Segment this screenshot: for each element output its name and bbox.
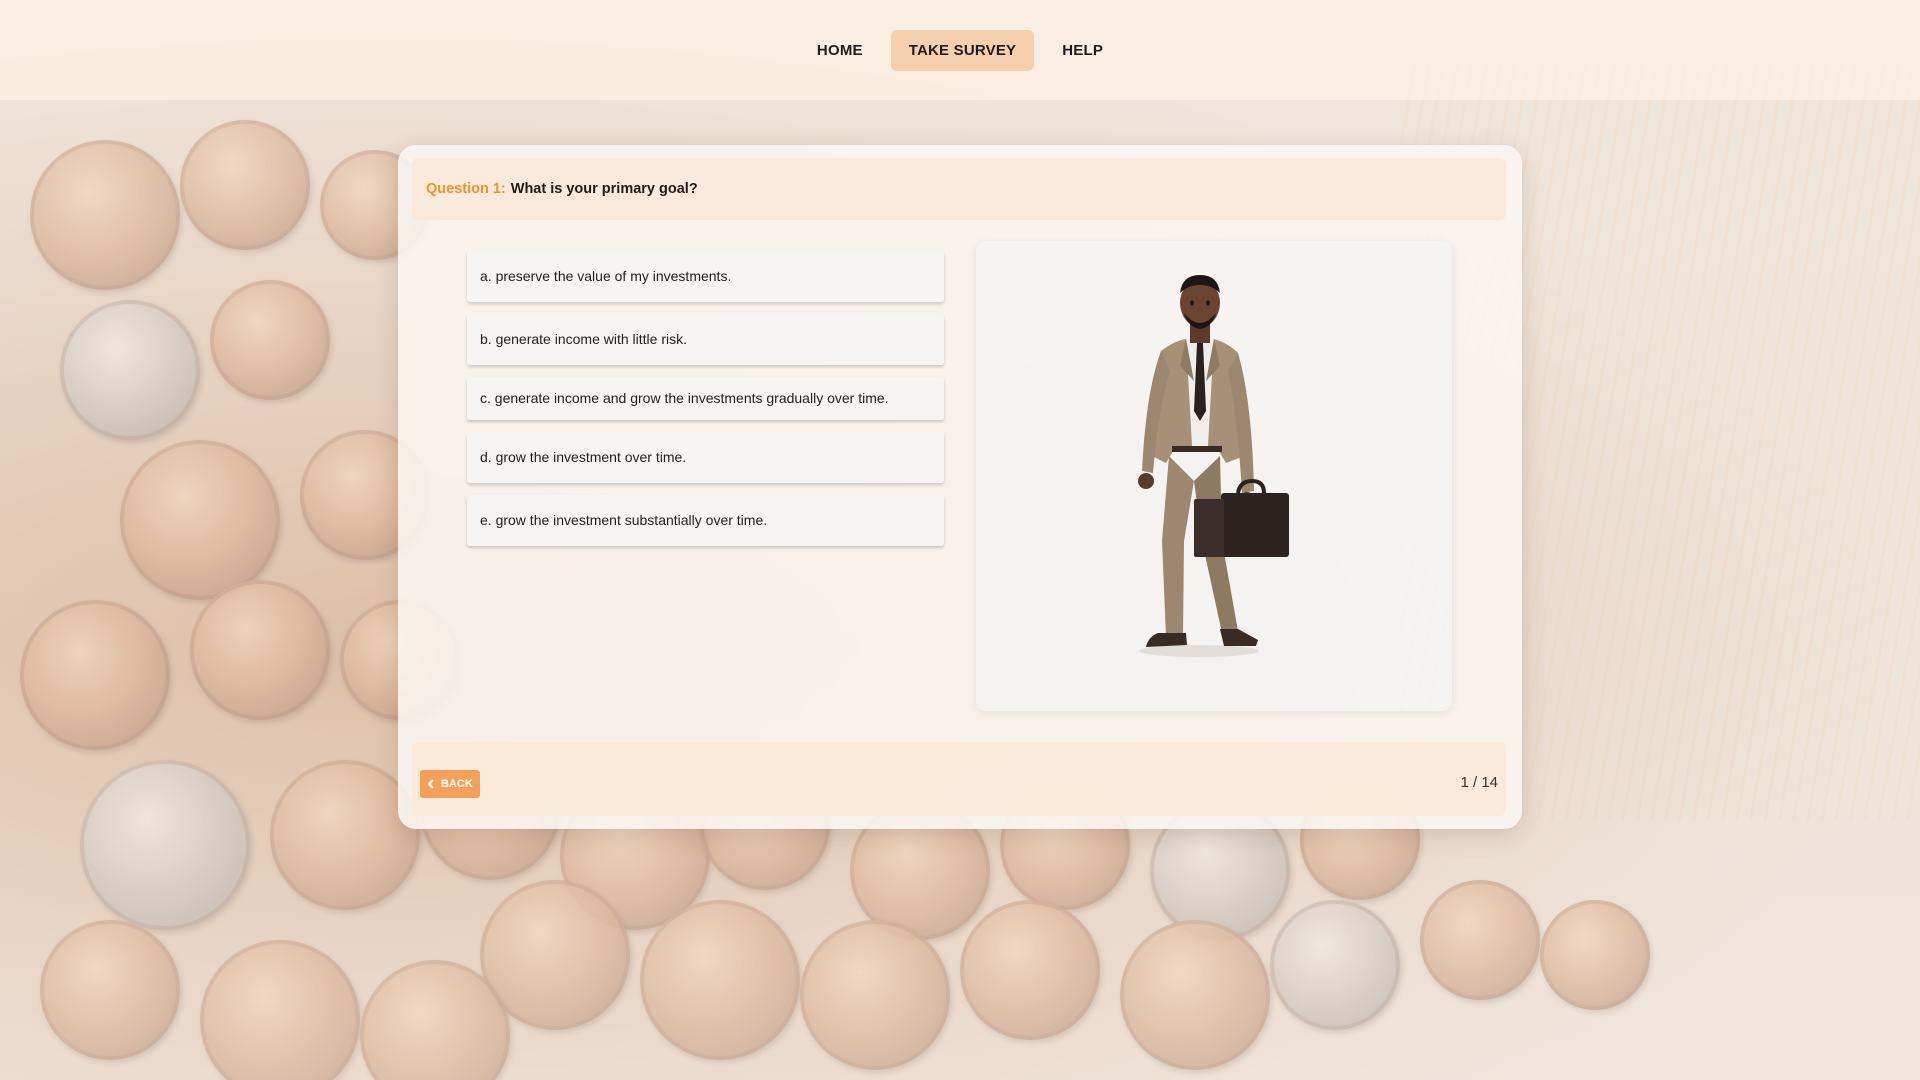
answer-option-a[interactable]: a. preserve the value of my investments. (467, 251, 944, 302)
answer-option-c[interactable]: c. generate income and grow the investme… (467, 377, 944, 420)
answer-option-d[interactable]: d. grow the investment over time. (467, 432, 944, 483)
question-header: Question 1: What is your primary goal? (412, 158, 1506, 220)
back-button[interactable]: BACK (420, 770, 480, 798)
answer-list: a. preserve the value of my investments.… (467, 251, 944, 546)
survey-card: Question 1: What is your primary goal? a… (398, 145, 1522, 829)
top-navigation: HOME TAKE SURVEY HELP (0, 0, 1920, 100)
question-progress: 1 / 14 (1460, 774, 1498, 791)
chevron-left-icon (427, 779, 434, 789)
answer-option-e[interactable]: e. grow the investment substantially ove… (467, 495, 944, 546)
nav-home[interactable]: HOME (799, 30, 881, 71)
back-button-label: BACK (441, 778, 473, 790)
nav-take-survey[interactable]: TAKE SURVEY (890, 29, 1035, 71)
businessman-illustration (1138, 275, 1289, 657)
businessman-illustration-panel (976, 241, 1452, 711)
question-text: What is your primary goal? (510, 181, 698, 197)
answer-option-b[interactable]: b. generate income with little risk. (467, 314, 944, 365)
footer-bar: BACK 1 / 14 (412, 742, 1506, 816)
question-number: Question 1: (426, 181, 506, 197)
nav-help[interactable]: HELP (1044, 30, 1121, 71)
